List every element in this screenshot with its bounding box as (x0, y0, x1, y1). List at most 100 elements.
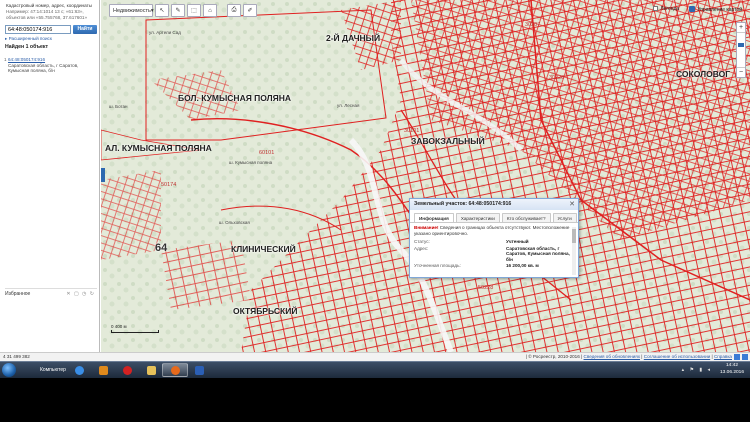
layer-type-label: Недвижимость (113, 7, 151, 14)
taskbar-app-explorer[interactable] (138, 363, 164, 377)
checkbox-icon (653, 6, 659, 11)
terms-link[interactable]: Соглашение об использовании (644, 354, 710, 359)
info-row: Статус: Учтенный (414, 239, 572, 245)
ruler-icon[interactable]: ✎ (171, 4, 185, 17)
map-top-right-controls: Легенда Управление картой (653, 6, 742, 13)
street-label: ш. Ольховская (219, 220, 250, 225)
advanced-search-link[interactable]: ▸ Расширенный поиск (5, 36, 52, 42)
app-window: Кадастровый номер, адрес, координаты Нап… (0, 0, 750, 361)
media-player-icon (98, 365, 108, 375)
favorites-label: Избранное (5, 291, 31, 297)
layers-icon (689, 6, 696, 12)
separator: | (711, 354, 713, 359)
info-value: Учтенный (506, 239, 529, 244)
chevron-down-icon: ▾ (150, 7, 154, 14)
scale-bar: 0 400 м (111, 324, 159, 333)
warning-label: Внимание! (414, 225, 439, 230)
result-index: 1 (4, 57, 7, 62)
quarter-number: 30228 (549, 75, 565, 81)
district-label: СОКОЛОВОГ (676, 69, 731, 79)
legend-label: Легенда (660, 6, 680, 12)
taskbar-app-firefox[interactable] (162, 363, 188, 377)
select-icon[interactable]: ⬚ (187, 4, 201, 17)
building-icon[interactable]: ⌂ (203, 4, 217, 17)
taskbar-app-word[interactable] (186, 363, 212, 377)
separator: | (641, 354, 643, 359)
windows-taskbar-area: Компьютер ▴ ⚑ ▮ ◂ 14:42 13.06.2016 (0, 361, 750, 422)
info-key: Уточненная площадь: (414, 263, 461, 268)
collapse-panel-handle[interactable] (101, 168, 105, 182)
district-label: ЗАВОКЗАЛЬНЫЙ (411, 136, 485, 146)
popup-title: Земельный участок: 64:48:050174:916 (414, 201, 512, 207)
computer-toolbar-label[interactable]: Компьютер (40, 367, 66, 373)
info-row: Уточненная площадь: 16 200,00 кв. м (414, 263, 572, 269)
layer-type-dropdown[interactable]: Недвижимость ▾ (109, 4, 154, 17)
search-button[interactable]: Найти (73, 25, 97, 34)
tab-characteristics[interactable]: Характеристики (455, 213, 500, 222)
district-label: ОКТЯБРЬСКИЙ (233, 306, 298, 316)
quarter-number: 60101 (259, 150, 275, 156)
zoom-slider-handle[interactable] (738, 43, 744, 47)
tab-who-serves[interactable]: Кто обслуживает? (501, 213, 551, 222)
tab-services[interactable]: Услуги (552, 213, 577, 222)
clock[interactable]: 14:42 13.06.2016 (720, 363, 744, 376)
search-input[interactable] (5, 25, 71, 34)
legend-toggle[interactable]: Легенда (653, 6, 679, 13)
status-bar: 4 31 499 382 | © Росреестр, 2010-2016 | … (0, 352, 750, 361)
taskbar-app-opera[interactable] (114, 363, 140, 377)
coordinates-readout: 4 31 499 382 (3, 354, 30, 359)
district-label: 2-Й ДАЧНЫЙ (326, 33, 381, 43)
search-result-item[interactable]: 1 64:48:050174:916 Саратовская область, … (4, 57, 98, 74)
street-label: ш. Кумысная поляна (229, 160, 273, 165)
map-control-toggle[interactable]: Управление картой (689, 6, 742, 13)
search-row: Найти (5, 25, 97, 34)
updates-link[interactable]: Сведения об обновлениях (584, 354, 640, 359)
found-count: Найден 1 объект (5, 44, 49, 50)
measure-icon[interactable]: ✐ (243, 4, 257, 17)
close-icon[interactable]: ✕ (569, 199, 575, 210)
info-row: Адрес: Саратовская область, г Саратов, К… (414, 246, 572, 263)
copyright: | © Росреестр, 2010-2016 | (525, 354, 583, 359)
ie-icon (74, 365, 84, 375)
taskbar-app-media[interactable] (90, 363, 116, 377)
word-icon (194, 365, 204, 375)
vk-icon[interactable] (734, 354, 740, 360)
result-address: Саратовская область, г Саратов, Кумысная… (8, 62, 79, 74)
opera-icon (122, 365, 132, 375)
firefox-icon (170, 365, 180, 375)
scale-label: 0 400 м (111, 324, 127, 329)
popup-header: Земельный участок: 64:48:050174:916 ✕ (410, 199, 578, 210)
parcel-info-popup: Земельный участок: 64:48:050174:916 ✕ Ин… (409, 198, 579, 278)
zoom-slider[interactable] (737, 32, 745, 68)
map-control-label: Управление картой (697, 7, 742, 13)
social-icons (734, 354, 748, 360)
print-icon[interactable]: ⎙ (227, 4, 241, 17)
quarter-number: 50174 (161, 182, 177, 188)
info-value: Саратовская область, г Саратов, Кумысная… (506, 245, 570, 262)
favorites-tools-icon[interactable]: ✕ ▢ ◷ ↻ (66, 291, 95, 297)
search-hint: Кадастровый номер, адрес, координаты Нап… (6, 3, 98, 21)
start-button[interactable] (2, 363, 16, 377)
cadastral-map[interactable] (101, 0, 750, 352)
footer-links: | © Росреестр, 2010-2016 | Сведения об о… (526, 353, 732, 361)
quarter-number: 30101 (404, 128, 420, 134)
folder-icon (146, 365, 156, 375)
warning-message: Внимание! Сведения о границах объекта от… (414, 225, 572, 236)
popup-scrollbar[interactable] (572, 227, 576, 275)
tab-information[interactable]: Информация (414, 213, 454, 222)
twitter-icon[interactable] (742, 354, 748, 360)
favorites-section: Избранное ✕ ▢ ◷ ↻ (5, 288, 97, 297)
map-view[interactable]: 2-Й ДАЧНЫЙ БОЛ. КУМЫСНАЯ ПОЛЯНА АЛ. КУМЫ… (101, 0, 750, 352)
tray-icons[interactable]: ▴ ⚑ ▮ ◂ (682, 367, 712, 373)
clock-date: 13.06.2016 (719, 369, 744, 375)
zoom-in-button[interactable]: + (737, 23, 745, 32)
zoom-out-button[interactable]: − (737, 68, 745, 77)
district-label: БОЛ. КУМЫСНАЯ ПОЛЯНА (178, 93, 292, 103)
quarter-number: 50228 (478, 285, 494, 291)
scrollbar-thumb[interactable] (572, 229, 576, 243)
help-link[interactable]: Справка (714, 354, 732, 359)
pointer-icon[interactable]: ↖ (155, 4, 169, 17)
taskbar-app-ie[interactable] (66, 363, 92, 377)
scale-bar-line (111, 330, 159, 333)
popup-body: Внимание! Сведения о границах объекта от… (414, 225, 572, 270)
